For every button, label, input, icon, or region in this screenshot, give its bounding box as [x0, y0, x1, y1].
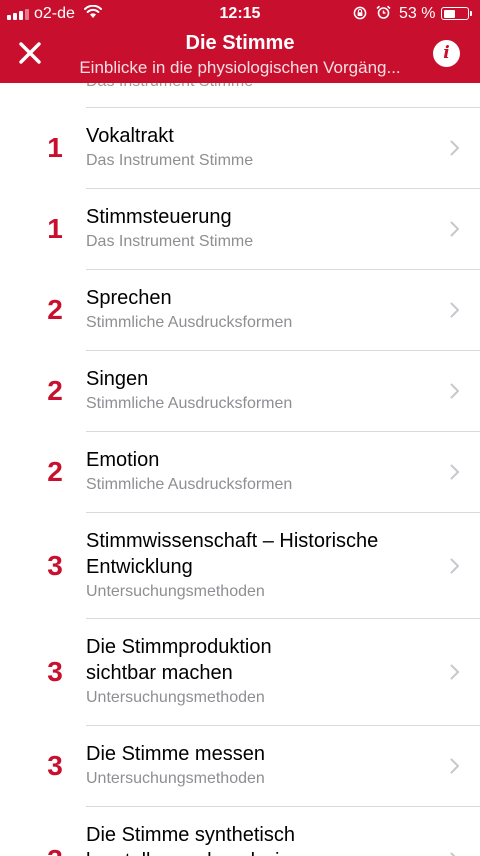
list-item-title: Singen — [86, 368, 149, 390]
list-item-title-line-2: herstellen und analysieren — [86, 848, 430, 856]
list-item-stimmsteuerung[interactable]: 1 Stimmsteuerung Das Instrument Stimme — [0, 189, 480, 270]
page-title: Die Stimme — [185, 32, 295, 54]
chevron-right-icon — [450, 852, 456, 856]
list-item-singen[interactable]: 2 Singen Stimmliche Ausdrucksformen — [0, 351, 480, 432]
chapter-number: 3 — [47, 656, 63, 687]
app-header: o2-de 12:15 53 % Die Stimme Einblicke in… — [0, 0, 480, 83]
chevron-right-icon — [450, 383, 459, 399]
chapter-number: 3 — [47, 750, 63, 781]
alarm-icon — [376, 5, 391, 19]
chapter-number: 2 — [47, 375, 63, 406]
chapter-number: 3 — [47, 550, 63, 581]
list-item-title-line-2: Entwicklung — [86, 556, 193, 578]
chevron-right-icon — [450, 464, 459, 480]
list-item-title-line-1: Stimmwissenschaft – Historische — [86, 530, 379, 552]
list-item-title: Vokaltrakt — [86, 125, 174, 147]
list-item-subtitle: Untersuchungsmethoden — [86, 583, 265, 600]
battery-icon — [441, 7, 469, 20]
list-item-stimme-synthetisch[interactable]: 3 Die Stimme synthetisch herstellen und … — [0, 807, 480, 856]
list-item-subtitle: Stimmliche Ausdrucksformen — [86, 314, 293, 331]
list-item-sprechen[interactable]: 2 Sprechen Stimmliche Ausdrucksformen — [0, 270, 480, 351]
chevron-right-icon — [450, 302, 459, 318]
list-item-stimmwissenschaft[interactable]: 3 Stimmwissenschaft – Historische Entwic… — [0, 513, 480, 619]
chevron-right-icon — [450, 664, 459, 680]
list-item-subtitle: Untersuchungsmethoden — [86, 770, 265, 787]
list-item-title: Sprechen — [86, 287, 172, 309]
list-item-title: Die Stimme messen — [86, 743, 265, 765]
chapter-number: 1 — [47, 132, 63, 163]
chapter-number: 3 — [40, 844, 70, 856]
chapter-number: 2 — [47, 294, 63, 325]
list-item-title-line-1: Die Stimme synthetisch — [86, 824, 295, 846]
rotation-lock-icon — [353, 6, 367, 20]
chevron-right-icon — [450, 140, 459, 156]
info-icon[interactable]: i — [433, 40, 460, 67]
list-item-subtitle: Das Instrument Stimme — [86, 152, 254, 169]
list-item-subtitle: Stimmliche Ausdrucksformen — [86, 476, 293, 493]
list-item-title-line-1: Die Stimmproduktion — [86, 636, 272, 658]
chapter-number: 2 — [47, 456, 63, 487]
battery-tip — [470, 11, 472, 16]
list-item-subtitle: Das Instrument Stimme — [86, 233, 254, 250]
chevron-right-icon — [450, 758, 459, 774]
chapter-number: 1 — [47, 213, 63, 244]
list-item-vokaltrakt[interactable]: 1 Vokaltrakt Das Instrument Stimme — [0, 108, 480, 189]
list-item-emotion[interactable]: 2 Emotion Stimmliche Ausdrucksformen — [0, 432, 480, 513]
chapter-list: Das Instrument Stimme 1 Vokaltrakt Das I… — [0, 83, 480, 856]
status-bar: o2-de 12:15 53 % — [0, 0, 480, 27]
battery-fill — [443, 9, 456, 18]
page-subtitle: Einblicke in die physiologischen Vorgäng… — [79, 58, 401, 77]
list-item-title-line-2: sichtbar machen — [86, 662, 233, 684]
list-item-partial-subtitle: Das Instrument Stimme — [86, 83, 253, 91]
list-item-title: Emotion — [86, 449, 160, 471]
list-item-title: Stimmsteuerung — [86, 206, 232, 228]
list-item-stimmproduktion[interactable]: 3 Die Stimmproduktion sichtbar machen Un… — [0, 619, 480, 726]
list-item-stimme-messen[interactable]: 3 Die Stimme messen Untersuchungsmethode… — [0, 726, 480, 807]
battery-percent: 53 % — [399, 5, 436, 22]
chevron-right-icon — [450, 221, 459, 237]
list-item-subtitle: Stimmliche Ausdrucksformen — [86, 395, 293, 412]
chevron-right-icon — [450, 558, 459, 574]
list-item-subtitle: Untersuchungsmethoden — [86, 689, 265, 706]
